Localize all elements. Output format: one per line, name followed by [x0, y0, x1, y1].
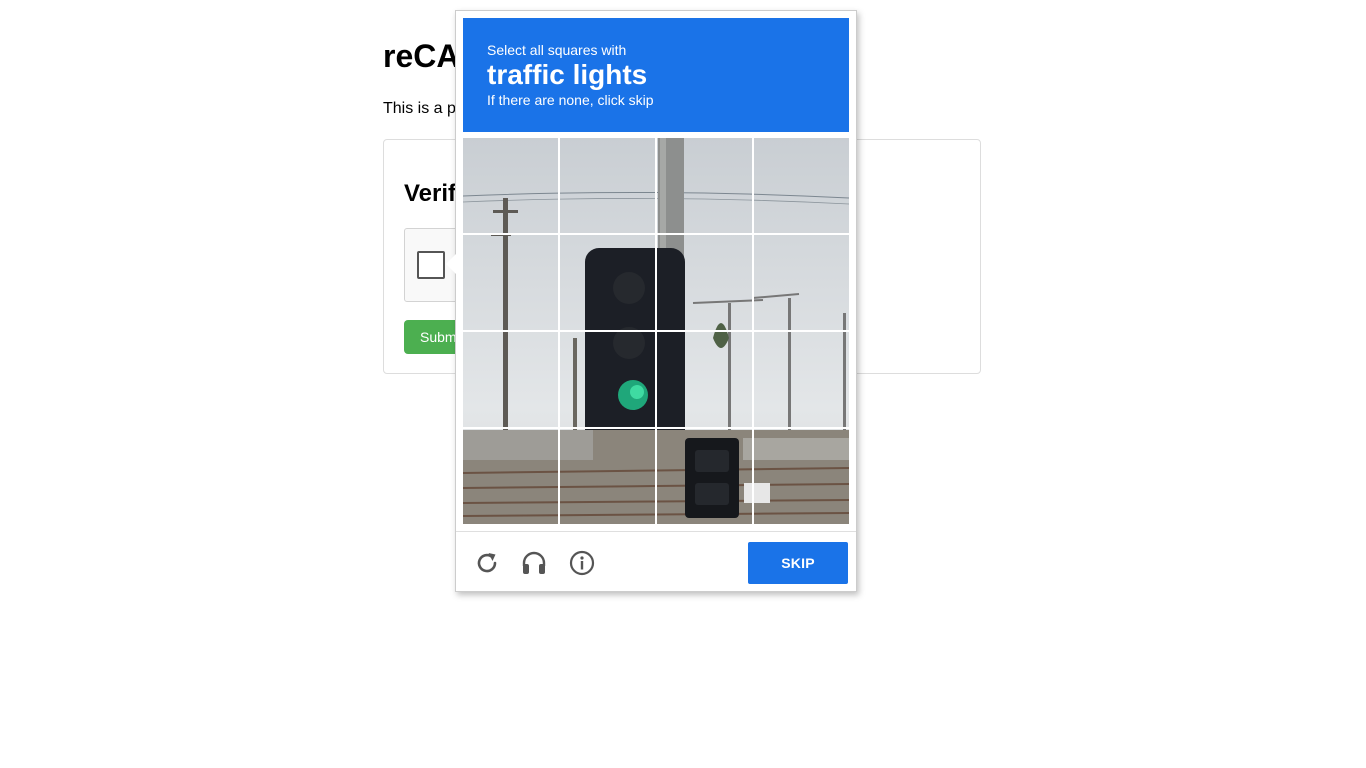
tile-image	[560, 235, 655, 330]
reload-icon[interactable]	[474, 550, 500, 576]
challenge-pointer-arrow	[446, 254, 456, 274]
image-tile[interactable]	[657, 332, 752, 427]
instruction-line: Select all squares with	[487, 42, 627, 58]
image-tile[interactable]	[463, 235, 558, 330]
tile-image	[754, 235, 849, 330]
skip-button[interactable]: SKIP	[748, 542, 848, 584]
tile-image	[754, 138, 849, 233]
tile-image	[657, 235, 752, 330]
recaptcha-challenge-dialog: Select all squares with traffic lights I…	[455, 10, 857, 592]
tile-image	[657, 138, 752, 233]
image-tile[interactable]	[754, 332, 849, 427]
instruction-target: traffic lights	[487, 59, 648, 90]
tile-image	[657, 429, 752, 524]
image-tile[interactable]	[754, 235, 849, 330]
tile-image	[463, 138, 558, 233]
image-tile[interactable]	[463, 429, 558, 524]
challenge-footer: SKIP	[456, 531, 856, 591]
image-tile[interactable]	[560, 429, 655, 524]
headphones-icon[interactable]	[521, 550, 547, 576]
tile-image	[560, 332, 655, 427]
image-tile[interactable]	[560, 138, 655, 233]
image-tile[interactable]	[754, 138, 849, 233]
tile-image	[754, 429, 849, 524]
image-tile[interactable]	[463, 332, 558, 427]
instruction-hint: If there are none, click skip	[487, 92, 654, 108]
tile-image	[463, 332, 558, 427]
tile-image	[657, 332, 752, 427]
recaptcha-checkbox[interactable]	[417, 251, 445, 279]
image-tile[interactable]	[754, 429, 849, 524]
info-icon[interactable]	[569, 550, 595, 576]
image-tile[interactable]	[657, 235, 752, 330]
tile-image	[463, 429, 558, 524]
tile-image	[754, 332, 849, 427]
tile-image	[463, 235, 558, 330]
tile-image	[560, 138, 655, 233]
image-tile[interactable]	[463, 138, 558, 233]
image-tile[interactable]	[657, 429, 752, 524]
tile-image	[560, 429, 655, 524]
challenge-instructions-header: Select all squares with traffic lights I…	[463, 18, 849, 132]
image-tile[interactable]	[657, 138, 752, 233]
image-tile-grid	[463, 138, 849, 524]
image-tile[interactable]	[560, 332, 655, 427]
image-tile[interactable]	[560, 235, 655, 330]
